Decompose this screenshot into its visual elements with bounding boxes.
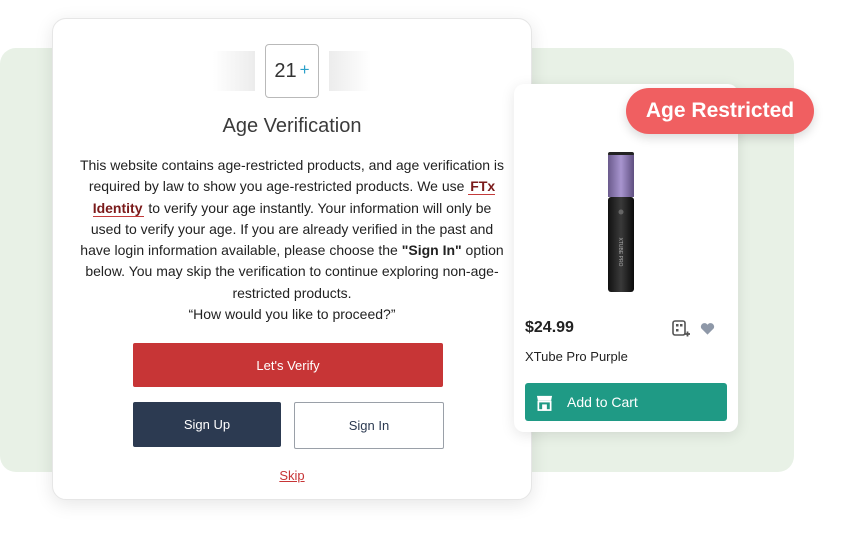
modal-description: This website contains age-restricted pro…: [77, 155, 507, 325]
age-verification-modal: 21 + Age Verification This website conta…: [52, 18, 532, 500]
product-price: $24.99: [525, 319, 574, 336]
proceed-question: “How would you like to proceed?”: [188, 306, 396, 323]
store-icon: [536, 395, 553, 411]
age-21-badge: 21 +: [265, 44, 319, 98]
description-text-1: This website contains age-restricted pro…: [79, 157, 505, 195]
lets-verify-button[interactable]: Let's Verify: [133, 343, 443, 387]
compare-icon[interactable]: [672, 320, 690, 338]
product-card[interactable]: XTUBE PRO $24.99 XTube Pro Purple Add to…: [514, 84, 738, 432]
modal-title: Age Verification: [222, 115, 362, 137]
add-to-cart-label: Add to Cart: [567, 394, 638, 410]
add-to-cart-button[interactable]: Add to Cart: [525, 383, 727, 421]
badge-ghost-left: [213, 51, 255, 91]
heart-icon[interactable]: [700, 322, 715, 336]
age-badge-row: 21 +: [53, 44, 531, 98]
sign-in-reference: "Sign In": [401, 242, 462, 259]
age-number: 21: [274, 59, 297, 82]
age-restricted-badge: Age Restricted: [626, 88, 814, 134]
plus-icon: +: [299, 60, 310, 79]
sign-up-button[interactable]: Sign Up: [133, 402, 281, 447]
product-name[interactable]: XTube Pro Purple: [525, 349, 628, 364]
badge-ghost-right: [329, 51, 371, 91]
skip-link[interactable]: Skip: [53, 468, 531, 483]
product-image[interactable]: XTUBE PRO: [606, 152, 636, 294]
sign-in-button[interactable]: Sign In: [294, 402, 444, 449]
product-image-text: XTUBE PRO: [617, 238, 623, 267]
